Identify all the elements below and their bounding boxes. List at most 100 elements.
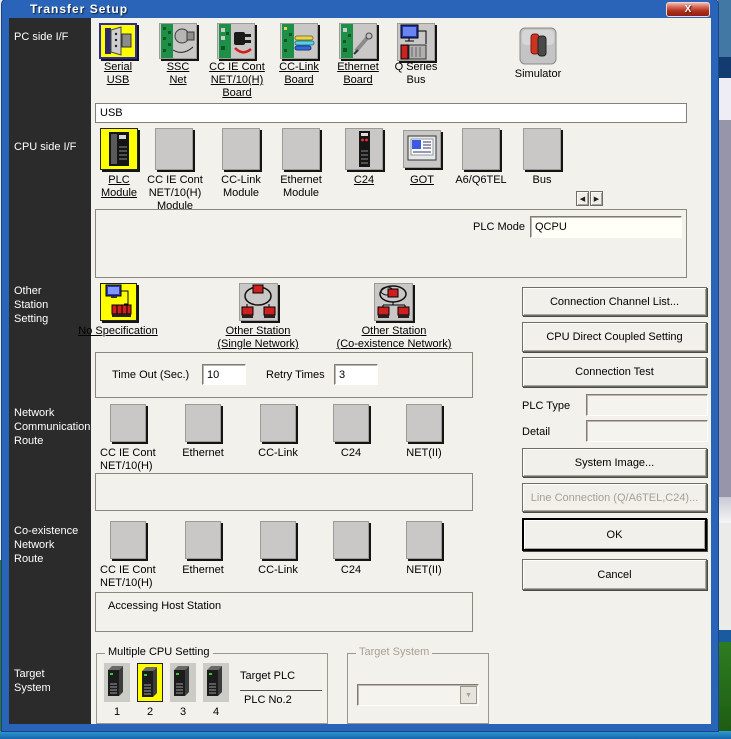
- cpu-side-item-label: Bus: [502, 174, 582, 187]
- ethernet-board-icon[interactable]: [339, 23, 377, 59]
- cclink-module-icon: [222, 128, 260, 170]
- sidebar: [9, 18, 91, 724]
- no-specification-icon[interactable]: [100, 283, 137, 321]
- cpu-number-label: 3: [170, 706, 196, 719]
- window-title: Transfer Setup: [30, 2, 128, 16]
- coexist-c24-icon: [333, 521, 369, 559]
- connection-channel-list-button[interactable]: Connection Channel List...: [522, 287, 707, 316]
- target-plc-divider: [240, 690, 322, 691]
- cpu-number-label: 2: [137, 706, 163, 719]
- retry-times-field[interactable]: [334, 364, 378, 385]
- net-route-item-label: Ethernet: [163, 447, 243, 460]
- ok-button[interactable]: OK: [522, 518, 707, 551]
- cancel-button[interactable]: Cancel: [522, 559, 707, 590]
- arrow-left-icon: ◀: [580, 195, 585, 203]
- detail-field: [586, 420, 708, 442]
- coexist-ethernet-icon: [185, 521, 221, 559]
- system-image-button[interactable]: System Image...: [522, 448, 707, 477]
- desktop-right-1: [718, 0, 731, 57]
- coexist-status-text: Accessing Host Station: [108, 600, 221, 612]
- taskbar-strip: [0, 731, 731, 739]
- pc-side-item-label[interactable]: Q Series Bus: [376, 61, 456, 87]
- c24-icon[interactable]: [345, 128, 383, 170]
- other-station-coexistence-icon[interactable]: [374, 283, 413, 321]
- net-route-netii-icon: [406, 404, 442, 442]
- cpu-2-icon[interactable]: [137, 663, 163, 702]
- coexist-status-box: [95, 592, 473, 632]
- cclink-board-icon[interactable]: [280, 23, 318, 59]
- detail-label: Detail: [522, 426, 550, 438]
- net-route-item-label: C24: [311, 447, 391, 460]
- plc-mode-label: PLC Mode: [420, 221, 525, 233]
- screen: Transfer Setup X PC side I/F CPU side I/…: [0, 0, 731, 739]
- ssc-net-icon[interactable]: [159, 23, 197, 59]
- pc-interface-value-field[interactable]: [95, 103, 687, 123]
- multiple-cpu-title: Multiple CPU Setting: [105, 646, 213, 658]
- scroll-right-button[interactable]: ▶: [590, 191, 603, 206]
- desktop-right-8: [718, 642, 731, 739]
- chevron-down-icon: ▼: [465, 692, 472, 699]
- network-route-status-box: [95, 473, 473, 511]
- pc-side-item-label[interactable]: Simulator: [498, 68, 578, 81]
- other-station-item-label[interactable]: Other Station (Co-existence Network): [335, 325, 453, 351]
- cpu-number-label: 4: [203, 706, 229, 719]
- coexist-item-label: NET(II): [384, 564, 464, 577]
- desktop-right-5: [718, 497, 731, 523]
- other-station-item-label[interactable]: Other Station (Single Network): [208, 325, 308, 351]
- serial-usb-icon[interactable]: [99, 23, 137, 59]
- plc-mode-field[interactable]: [530, 216, 682, 238]
- scroll-left-button[interactable]: ◀: [576, 191, 589, 206]
- net-route-item-label: CC-Link: [238, 447, 318, 460]
- coexist-item-label: C24: [311, 564, 391, 577]
- net-route-c24-icon: [333, 404, 369, 442]
- combo-dropdown-button: ▼: [460, 686, 477, 704]
- plc-type-label: PLC Type: [522, 400, 570, 412]
- a6-q6tel-icon: [462, 128, 500, 170]
- section-label-pc-side: PC side I/F: [14, 30, 68, 44]
- coexist-cclink-icon: [260, 521, 296, 559]
- section-label-network-route: Network Communication Route: [14, 406, 90, 448]
- net-route-ccie-icon: [110, 404, 146, 442]
- cpu-4-icon[interactable]: [203, 663, 229, 702]
- net-route-item-label: CC IE Cont NET/10(H): [88, 447, 168, 473]
- coexist-item-label: Ethernet: [163, 564, 243, 577]
- line-connection-button: Line Connection (Q/A6TEL,C24)...: [522, 483, 707, 512]
- q-series-bus-icon[interactable]: [397, 23, 435, 61]
- plc-module-icon[interactable]: [100, 128, 138, 170]
- coexist-item-label: CC-Link: [238, 564, 318, 577]
- connection-test-button[interactable]: Connection Test: [522, 357, 707, 387]
- desktop-right-7: [718, 630, 731, 642]
- simulator-icon[interactable]: [519, 27, 557, 65]
- retry-times-label: Retry Times: [266, 369, 325, 381]
- bus-icon: [523, 128, 561, 170]
- net-route-cclink-icon: [260, 404, 296, 442]
- desktop-right-3: [718, 78, 731, 120]
- cpu-direct-coupled-button[interactable]: CPU Direct Coupled Setting: [522, 322, 707, 352]
- desktop-right-4: [718, 120, 731, 497]
- section-label-cpu-side: CPU side I/F: [14, 140, 76, 154]
- target-system-combo: ▼: [357, 684, 479, 706]
- close-button[interactable]: X: [666, 2, 710, 17]
- net-route-item-label: NET(II): [384, 447, 464, 460]
- ccie-board-icon[interactable]: [217, 23, 255, 59]
- got-icon[interactable]: [403, 130, 441, 168]
- cpu-3-icon[interactable]: [170, 663, 196, 702]
- net-route-ethernet-icon: [185, 404, 221, 442]
- timeout-label: Time Out (Sec.): [112, 369, 189, 381]
- plc-type-field: [586, 394, 708, 416]
- other-station-item-label[interactable]: No Specification: [68, 325, 168, 338]
- target-system-title: Target System: [356, 646, 432, 658]
- coexist-ccie-icon: [110, 521, 146, 559]
- desktop-right-2: [718, 57, 731, 78]
- coexist-item-label: CC IE Cont NET/10(H): [88, 564, 168, 590]
- ethernet-module-icon: [282, 128, 320, 170]
- close-icon: X: [685, 4, 692, 15]
- cpu-1-icon[interactable]: [104, 663, 130, 702]
- other-station-single-icon[interactable]: [239, 283, 278, 321]
- timeout-field[interactable]: [202, 364, 246, 385]
- ccie-module-icon: [155, 128, 193, 170]
- cpu-number-label: 1: [104, 706, 130, 719]
- desktop-right-6: [718, 523, 731, 630]
- arrow-right-icon: ▶: [594, 195, 599, 203]
- section-label-target-system: Target System: [14, 667, 51, 695]
